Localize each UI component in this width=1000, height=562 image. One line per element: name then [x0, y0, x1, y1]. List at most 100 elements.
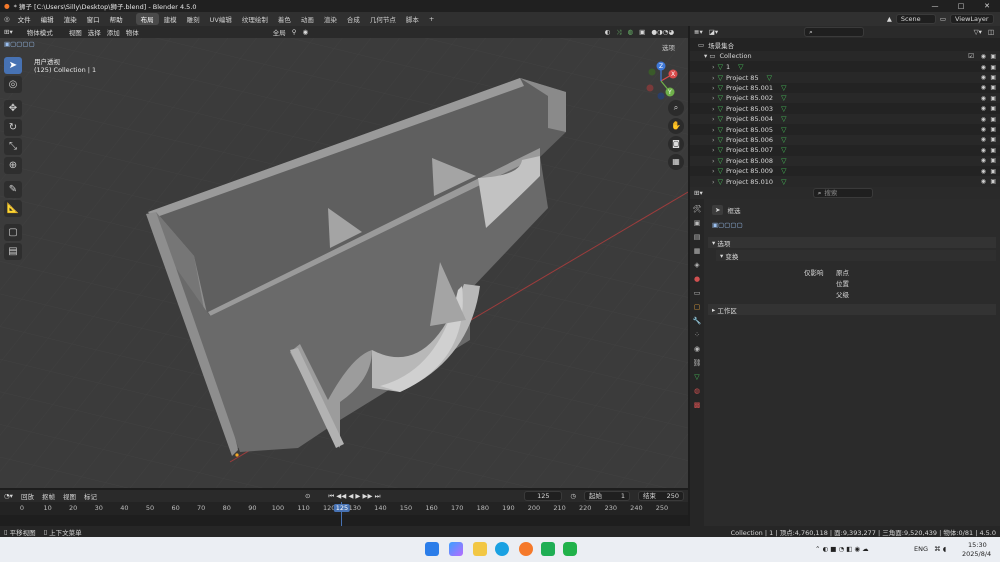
minimize-button[interactable]: — — [922, 2, 948, 10]
menu-edit[interactable]: 编辑 — [36, 14, 59, 24]
select-mode-icons[interactable]: ▣▢▢▢▢ — [4, 40, 35, 48]
outliner-object-row[interactable]: › ▽ Project 85.008 ▽ ◉ ▣ — [690, 155, 1000, 166]
camera-icon[interactable]: ▣ — [990, 126, 996, 133]
scene-tab-icon[interactable]: ◈ — [692, 259, 702, 271]
mode-selector[interactable]: 物体模式 — [27, 27, 53, 37]
preview-range-icon[interactable]: ◷ — [570, 492, 576, 500]
copilot-icon[interactable] — [449, 542, 463, 556]
clock-time[interactable]: 15:30 — [968, 541, 987, 549]
tab-layout[interactable]: 布局 — [135, 13, 159, 25]
camera-icon[interactable]: ▣ — [990, 147, 996, 154]
scale-tool-icon[interactable]: ⤡ — [4, 138, 22, 155]
eye-icon[interactable]: ◉ — [981, 116, 986, 123]
eye-icon[interactable]: ◉ — [981, 64, 986, 71]
playback-controls[interactable]: ⏮ ◀◀ ◀ ▶ ▶▶ ⏭ — [328, 492, 380, 501]
transform-orientation[interactable]: 全局 — [273, 27, 286, 37]
expand-arrow-icon[interactable]: › — [712, 146, 715, 154]
eye-icon[interactable]: ◉ — [981, 168, 986, 175]
shading-solid-icon[interactable]: ●◑◔◕ — [651, 28, 674, 36]
expand-arrow-icon[interactable]: › — [712, 167, 715, 175]
proportional-edit-icon[interactable]: ◉ — [302, 28, 308, 36]
camera-icon[interactable]: ▣ — [990, 64, 996, 71]
menu-file[interactable]: 文件 — [13, 14, 36, 24]
eye-icon[interactable]: ◉ — [981, 136, 986, 143]
expand-arrow-icon[interactable]: › — [712, 94, 715, 102]
eye-icon[interactable]: ◉ — [981, 178, 986, 185]
tab-geometry-nodes[interactable]: 几何节点 — [365, 13, 401, 25]
3d-viewport[interactable]: 用户透视 (125) Collection | 1 选项 X Y Z ⌕ ✋ ◙… — [0, 38, 688, 488]
camera-icon[interactable]: ▣ — [990, 136, 996, 143]
close-button[interactable]: ✕ — [974, 2, 1000, 10]
menu-render[interactable]: 渲染 — [59, 14, 82, 24]
navigation-gizmo[interactable]: X Y Z — [640, 60, 682, 102]
camera-icon[interactable]: ▣ — [990, 168, 996, 175]
particles-tab-icon[interactable]: ⁘ — [692, 329, 702, 341]
collection-tab-icon[interactable]: ▭ — [692, 287, 702, 299]
blender-menu-icon[interactable]: ◎ — [4, 15, 10, 23]
add-workspace-button[interactable]: + — [424, 14, 439, 24]
affect-locations-checkbox[interactable]: 位置 — [836, 278, 849, 288]
outliner-object-row[interactable]: › ▽ Project 85.006 ▽ ◉ ▣ — [690, 134, 1000, 146]
add-menu[interactable]: 添加 — [107, 27, 120, 37]
marker-menu[interactable]: 标记 — [84, 491, 97, 501]
tab-scripting[interactable]: 脚本 — [401, 13, 424, 25]
timeline-track[interactable] — [0, 502, 688, 526]
expand-arrow-icon[interactable]: › — [712, 157, 715, 165]
tab-compositing[interactable]: 合成 — [342, 13, 365, 25]
outliner-object-row[interactable]: › ▽ Project 85.004 ▽ ◉ ▣ — [690, 114, 1000, 125]
transform-subpanel-header[interactable]: ▾ 变换 — [716, 250, 996, 261]
current-frame-field[interactable]: 125 — [524, 491, 563, 501]
xray-icon[interactable]: ▣ — [639, 28, 645, 36]
keying-menu[interactable]: 抠帧 — [42, 491, 55, 501]
wechat-icon[interactable] — [563, 542, 577, 556]
tool-tab-icon[interactable]: 🛠 — [692, 203, 702, 215]
select-tool-icon[interactable]: ➤ — [4, 57, 22, 74]
tab-uv-editing[interactable]: UV编辑 — [205, 13, 237, 25]
render-tab-icon[interactable]: ▣ — [692, 217, 702, 229]
file-explorer-icon[interactable] — [473, 542, 487, 556]
viewlayer-field[interactable]: ViewLayer — [950, 14, 994, 24]
outliner-object-row[interactable]: › ▽ Project 85.005 ▽ ◉ ▣ — [690, 124, 1000, 134]
options-panel-header[interactable]: ▾ 选项 — [708, 237, 996, 248]
eye-icon[interactable]: ◉ — [981, 53, 986, 60]
outliner-object-row[interactable]: › ▽ Project 85.007 ▽ ◉ ▣ — [690, 145, 1000, 155]
camera-icon[interactable]: ▣ — [990, 95, 996, 102]
camera-view-icon[interactable]: ◙ — [668, 136, 684, 152]
workspace-panel-header[interactable]: ▸ 工作区 — [708, 304, 996, 315]
gizmo-toggle-icon[interactable]: ⤨ — [616, 28, 621, 37]
end-frame-field[interactable]: 结束 250 — [638, 491, 684, 501]
expand-arrow-icon[interactable]: › — [712, 84, 715, 92]
eye-icon[interactable]: ◉ — [981, 157, 986, 164]
eye-icon[interactable]: ◉ — [981, 147, 986, 154]
language-indicator[interactable]: ENG — [914, 545, 928, 553]
transform-tool-icon[interactable]: ⊕ — [4, 157, 22, 174]
start-icon[interactable] — [425, 542, 439, 556]
expand-arrow-icon[interactable]: › — [712, 136, 715, 144]
rotate-tool-icon[interactable]: ↻ — [4, 119, 22, 136]
affect-origins-checkbox[interactable]: 原点 — [836, 267, 849, 277]
zoom-icon[interactable]: ⌕ — [668, 100, 684, 116]
start-frame-field[interactable]: 起始 1 — [584, 491, 630, 501]
eye-icon[interactable]: ◉ — [981, 105, 986, 112]
network-volume-icons[interactable]: ⌘ ◖ — [934, 545, 946, 553]
physics-tab-icon[interactable]: ◉ — [692, 343, 702, 355]
timeline-view-menu[interactable]: 视图 — [63, 491, 76, 501]
expand-arrow-icon[interactable]: › — [712, 105, 715, 113]
outliner-object-row[interactable]: › ▽ Project 85.002 ▽ ◉ ▣ — [690, 93, 1000, 104]
blender-taskbar-icon[interactable] — [519, 542, 533, 556]
outliner-search[interactable]: ⌕ — [804, 27, 865, 37]
filter-icon[interactable]: ▽▾ — [974, 28, 982, 36]
expand-arrow-icon[interactable]: › — [712, 74, 715, 82]
texture-tab-icon[interactable]: ▩ — [692, 399, 702, 411]
eye-icon[interactable]: ◉ — [981, 126, 986, 133]
camera-icon[interactable]: ▣ — [990, 53, 996, 60]
add-mesh-icon[interactable]: ▤ — [4, 243, 22, 260]
annotate-tool-icon[interactable]: ✎ — [4, 181, 22, 198]
camera-icon[interactable]: ▣ — [990, 157, 996, 164]
constraints-tab-icon[interactable]: ⛓ — [692, 357, 702, 369]
tab-animation[interactable]: 动画 — [296, 13, 319, 25]
timeline-ruler[interactable]: 0 10 20 30 40 50 60 70 80 90 100 110 120 125 130 140 150… — [0, 502, 688, 515]
outliner-object-row[interactable]: › ▽ Project 85.009 ▽ ◉ ▣ — [690, 166, 1000, 176]
new-collection-icon[interactable]: ◫ — [988, 28, 994, 36]
clock-date[interactable]: 2025/8/4 — [962, 550, 991, 558]
